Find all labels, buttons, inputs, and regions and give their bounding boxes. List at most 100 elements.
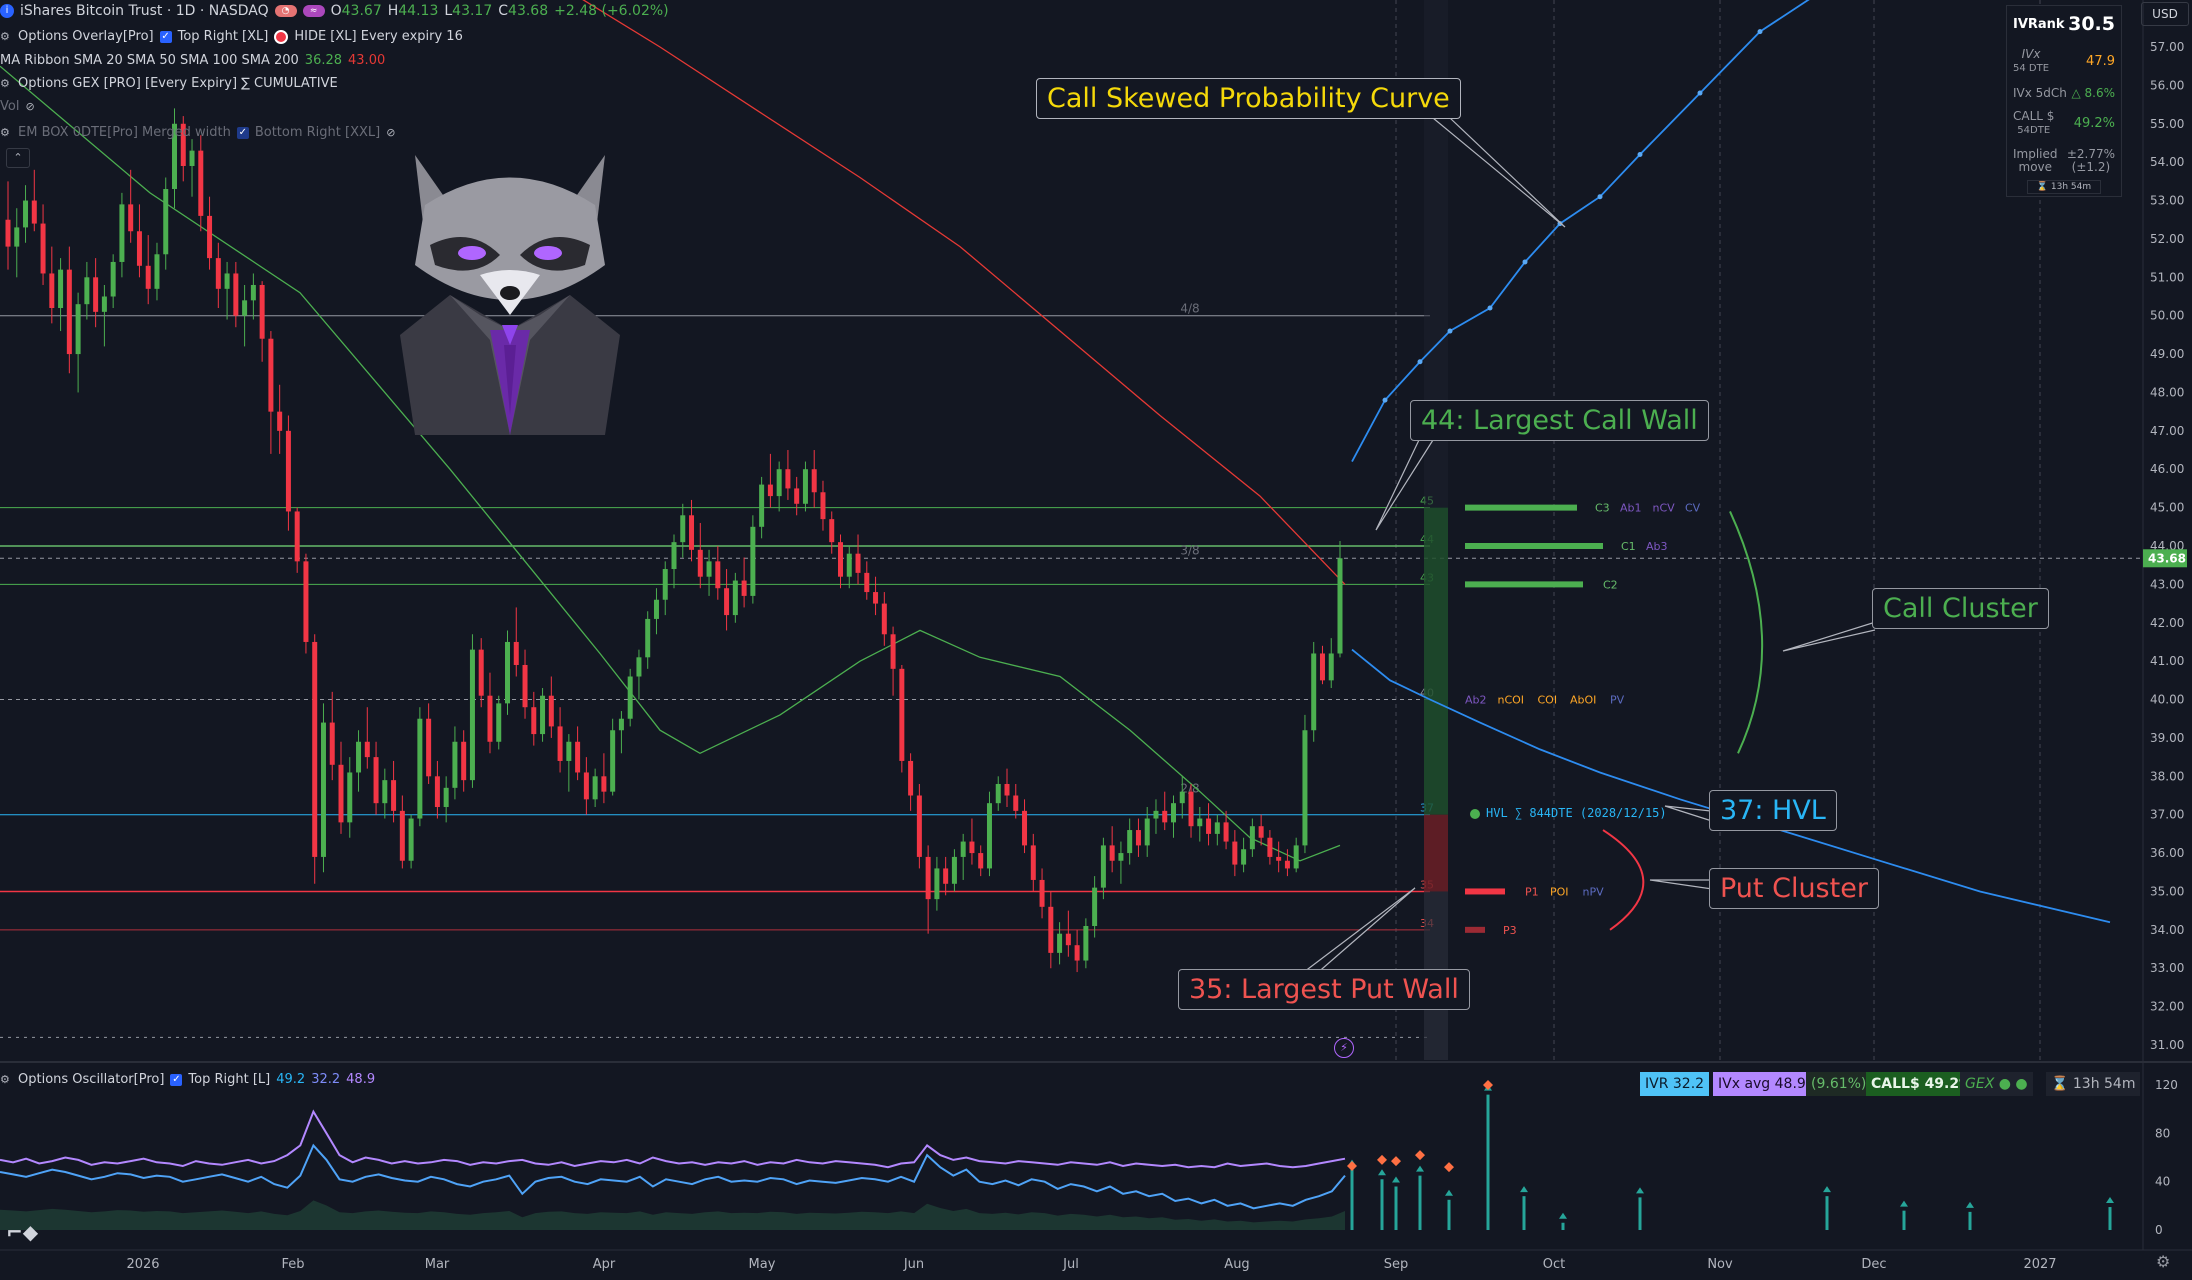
ohlc-close: C43.68: [498, 3, 549, 19]
candle-body: [680, 515, 686, 543]
candle-body: [1013, 795, 1019, 811]
price-tick-label: 53.00: [2150, 194, 2184, 208]
indicator-icon: ⚙: [0, 76, 10, 90]
settings-gear-icon[interactable]: ⚙: [2156, 1252, 2170, 1271]
time-tick-label: Jul: [1062, 1257, 1079, 1272]
candle-body: [1311, 653, 1317, 731]
gex-bar: [1465, 543, 1603, 549]
hidden-eye-icon[interactable]: ⊘: [386, 126, 398, 139]
checkbox-icon[interactable]: ✓: [159, 30, 172, 43]
tradingview-logo[interactable]: ⌐◆: [6, 1220, 38, 1244]
candle-body: [873, 592, 879, 604]
callout-call-cluster[interactable]: Call Cluster: [1872, 588, 2049, 629]
indicator-name[interactable]: EM BOX 0DTE[Pro] Merged width: [18, 125, 231, 140]
candle-body: [566, 741, 572, 761]
candle-body: [1337, 558, 1343, 654]
candle-body: [382, 780, 388, 804]
indicator-name[interactable]: Vol: [0, 99, 19, 114]
gex-bar: [1465, 504, 1577, 511]
candle-body: [794, 488, 800, 504]
candle-body: [838, 542, 843, 577]
symbol-title[interactable]: iShares Bitcoin Trust · 1D · NASDAQ: [20, 3, 269, 19]
indicator-options-gex[interactable]: ⚙ Options GEX [PRO] [Every Expiry] ∑ CUM…: [0, 76, 338, 91]
indicator-em-box[interactable]: ⚙ EM BOX 0DTE[Pro] Merged width ✓ Bottom…: [0, 125, 398, 140]
indicator-name[interactable]: Options Oscillator[Pro]: [18, 1072, 164, 1087]
callout-call-wall[interactable]: 44: Largest Call Wall: [1410, 400, 1709, 441]
probability-dot: [1417, 359, 1423, 365]
candle-body: [1048, 906, 1054, 953]
candle-body: [391, 780, 397, 811]
candle-body: [14, 227, 20, 247]
callout-skew-curve[interactable]: Call Skewed Probability Curve: [1036, 78, 1461, 119]
candle-body: [66, 269, 72, 355]
indicator-icon: ⚙: [0, 29, 10, 43]
level-tag: Ab1: [1620, 502, 1642, 515]
indicator-position: Top Right [XL]: [177, 29, 269, 44]
currency-button[interactable]: USD: [2141, 2, 2189, 26]
candle-body: [198, 150, 204, 216]
candle-body: [40, 223, 46, 274]
indicator-vol[interactable]: Vol ⊘: [0, 99, 37, 114]
candle-body: [864, 572, 870, 593]
candle-body: [1214, 822, 1220, 834]
ivrank-label: IVRank: [2013, 16, 2065, 32]
indicator-name[interactable]: MA Ribbon SMA 20 SMA 50 SMA 100 SMA 200: [0, 53, 299, 68]
candle-body: [259, 284, 265, 339]
callout-put-cluster[interactable]: Put Cluster: [1709, 868, 1879, 909]
time-tick-label: Oct: [1543, 1257, 1565, 1272]
raccoon-logo: [400, 155, 620, 435]
candle-body: [364, 741, 370, 758]
candle-body: [575, 741, 581, 773]
probability-dot: [1447, 328, 1453, 334]
price-tick-label: 32.00: [2150, 1000, 2184, 1014]
price-tick-label: 41.00: [2150, 654, 2184, 668]
info-icon[interactable]: i: [0, 4, 14, 18]
hidden-eye-icon[interactable]: ⊘: [25, 100, 37, 113]
candle-body: [671, 542, 677, 570]
sma-value-red: 43.00: [348, 53, 386, 68]
time-tick-label: 2026: [126, 1257, 159, 1272]
price-tick-label: 47.00: [2150, 424, 2184, 438]
candle-body: [881, 603, 887, 635]
osc-tick-label: 0: [2155, 1223, 2163, 1237]
indicator-name[interactable]: Options Overlay[Pro]: [18, 29, 154, 44]
time-tick-label: Apr: [593, 1257, 616, 1272]
hide-dot-icon[interactable]: [274, 29, 289, 44]
collapse-legend-button[interactable]: ⌃: [6, 148, 30, 168]
candle-body: [189, 150, 195, 166]
level-tag: CV: [1685, 502, 1701, 515]
candle-body: [767, 484, 773, 497]
candle-body: [1232, 841, 1238, 865]
candle-body: [925, 856, 931, 900]
indicator-options-overlay[interactable]: ⚙ Options Overlay[Pro] ✓ Top Right [XL] …: [0, 29, 463, 44]
checkbox-icon[interactable]: ✓: [236, 126, 249, 139]
price-tick-label: 46.00: [2150, 462, 2184, 476]
price-tick-label: 52.00: [2150, 232, 2184, 246]
probability-dot: [1487, 305, 1493, 311]
candle-body: [1022, 810, 1028, 846]
candle-body: [505, 641, 510, 704]
candle-body: [785, 469, 791, 489]
flash-icon[interactable]: ⚡: [1334, 1038, 1354, 1058]
indicator-ma-ribbon[interactable]: MA Ribbon SMA 20 SMA 50 SMA 100 SMA 200 …: [0, 53, 385, 68]
candle-body: [5, 219, 11, 247]
callout-put-wall[interactable]: 35: Largest Put Wall: [1178, 969, 1470, 1010]
market-status-icon[interactable]: ◔: [274, 5, 297, 17]
call-label: CALL $54DTE: [2013, 108, 2055, 136]
ivx5d-label: IVx 5dCh: [2013, 86, 2067, 100]
candle-body: [1004, 783, 1010, 796]
indicator-oscillator[interactable]: ⚙ Options Oscillator[Pro] ✓ Top Right [L…: [0, 1072, 375, 1087]
symbol-legend[interactable]: i iShares Bitcoin Trust · 1D · NASDAQ ◔ …: [0, 3, 669, 19]
candle-body: [75, 304, 81, 355]
indicator-name[interactable]: Options GEX [PRO] [Every Expiry] ∑ CUMUL…: [18, 76, 338, 91]
price-tick-label: 50.00: [2150, 309, 2184, 323]
candle-body: [487, 695, 493, 742]
candle-body: [1249, 826, 1255, 850]
candle-body: [776, 469, 782, 497]
data-flag-icon[interactable]: ≈: [302, 5, 325, 17]
candle-body: [1328, 653, 1334, 681]
candle-body: [277, 411, 283, 431]
checkbox-icon[interactable]: ✓: [170, 1073, 183, 1086]
callout-hvl[interactable]: 37: HVL: [1709, 790, 1837, 831]
implied-label: Implied move: [2013, 147, 2058, 174]
